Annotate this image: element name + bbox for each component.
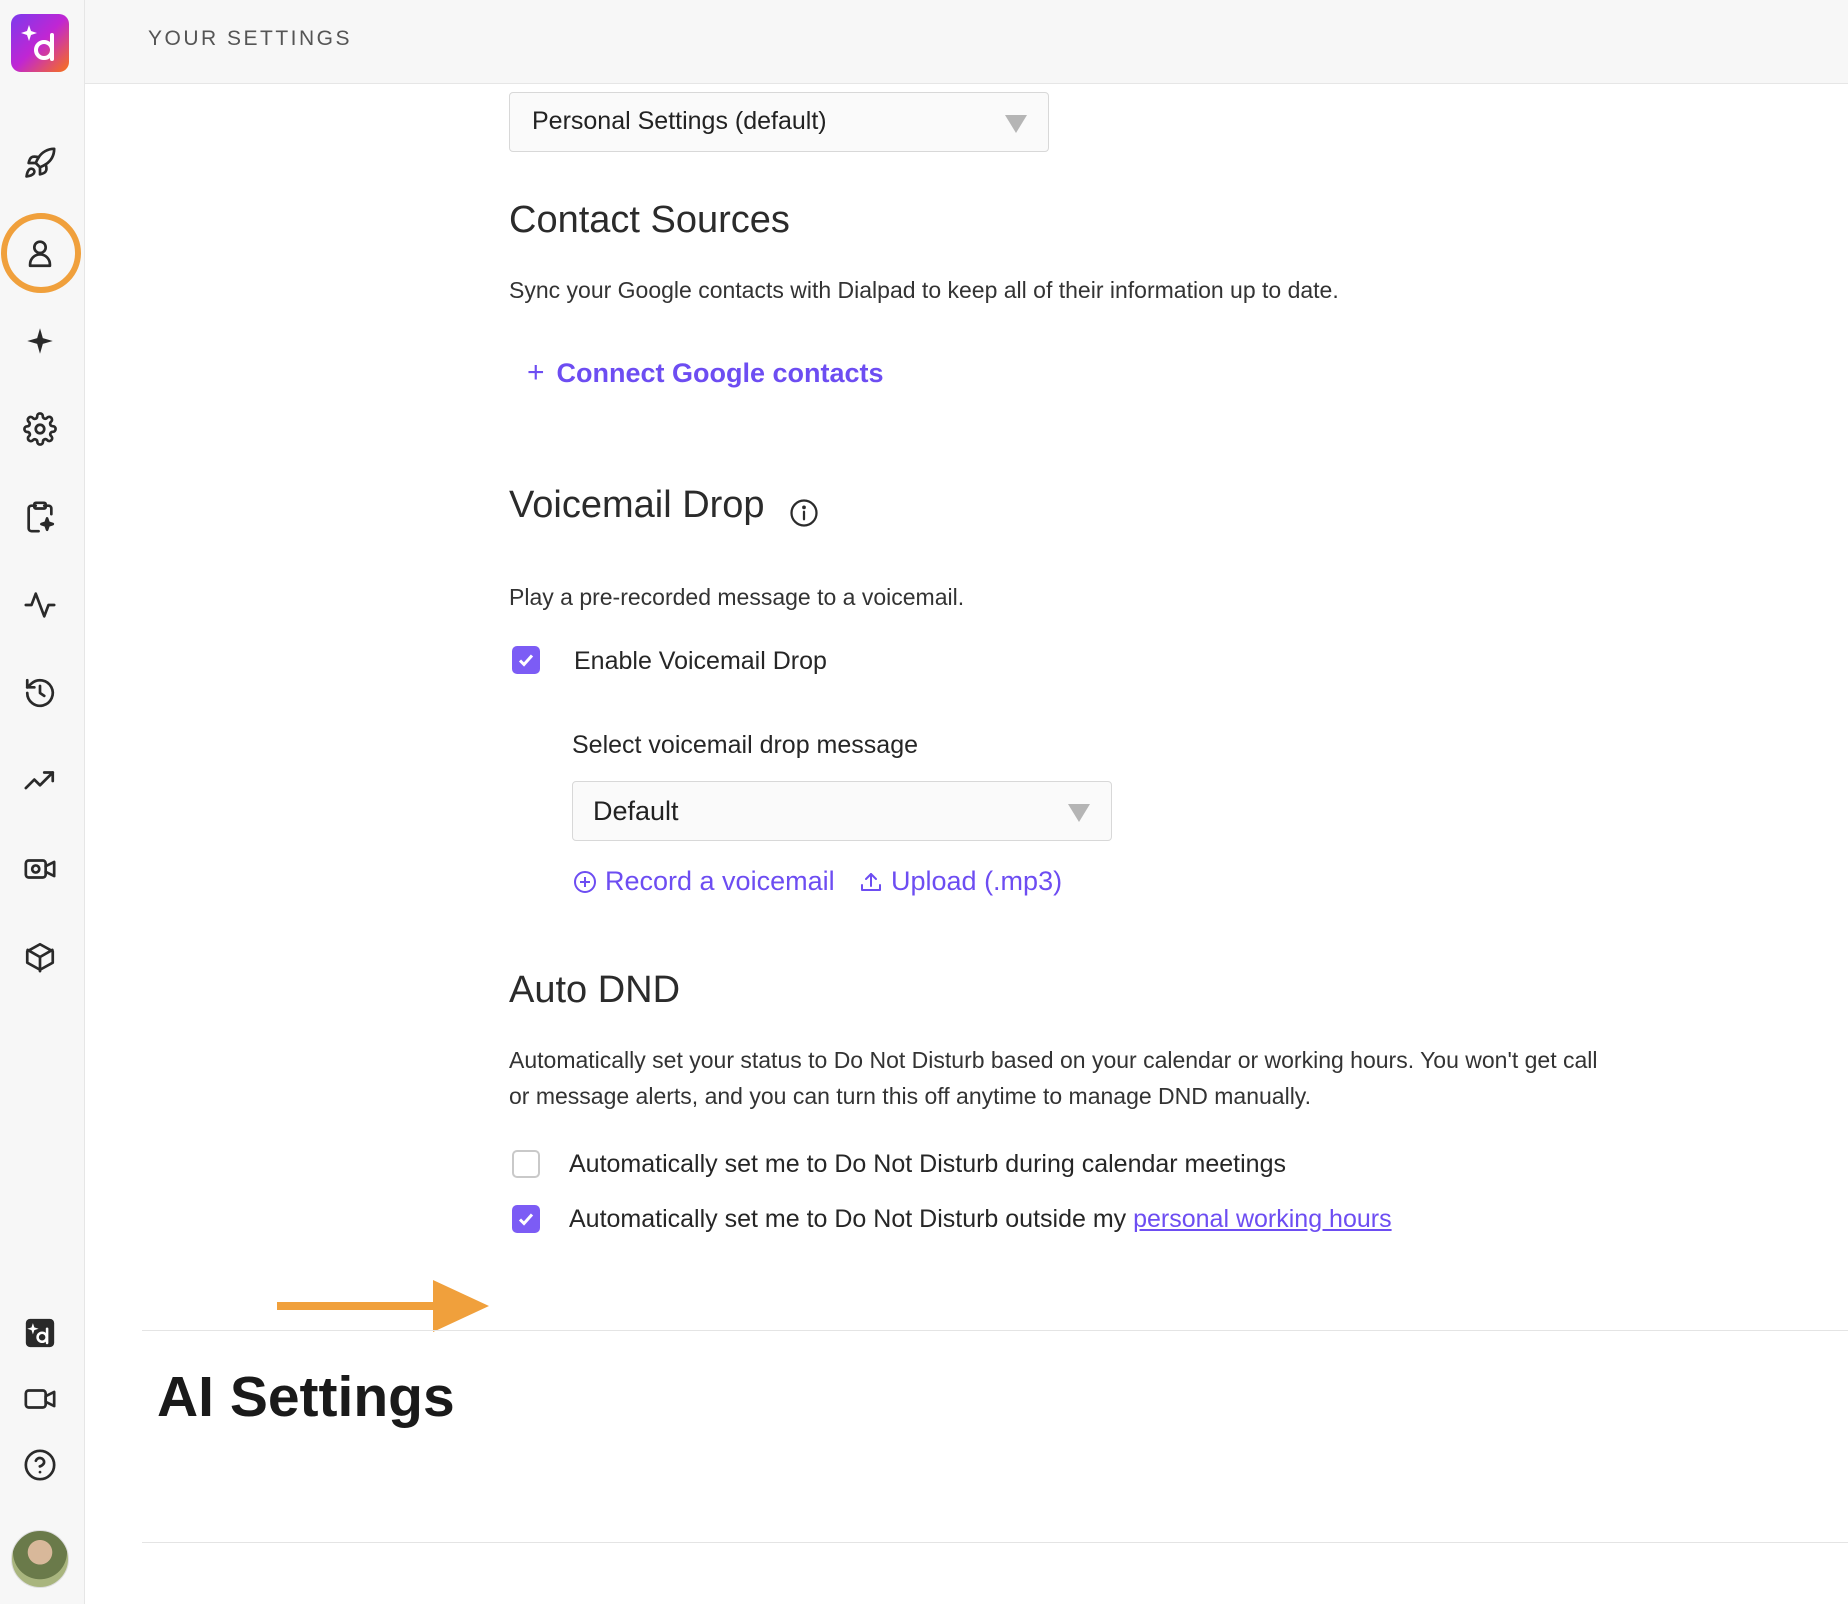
auto-dnd-title: Auto DND	[509, 969, 681, 1011]
video-camera-icon[interactable]	[19, 1378, 61, 1420]
chevron-down-icon	[1068, 804, 1090, 822]
checkmark-icon	[518, 1213, 534, 1226]
record-voicemail-button[interactable]: Record a voicemail	[573, 866, 835, 897]
ai-settings-title: AI Settings	[157, 1365, 455, 1429]
top-bar: YOUR SETTINGS	[85, 0, 1848, 84]
dnd-working-hours-label: Automatically set me to Do Not Disturb o…	[569, 1205, 1392, 1234]
personal-working-hours-link[interactable]: personal working hours	[1133, 1205, 1391, 1233]
plus-icon: +	[527, 356, 545, 389]
annotation-arrow-icon	[277, 1280, 489, 1332]
section-divider	[142, 1330, 1848, 1331]
voicemail-message-select[interactable]: Default	[572, 781, 1112, 841]
settings-profile-select[interactable]: Personal Settings (default)	[509, 92, 1049, 152]
upload-mp3-label: Upload (.mp3)	[891, 866, 1063, 896]
contact-sources-description: Sync your Google contacts with Dialpad t…	[509, 277, 1339, 303]
settings-content: Personal Settings (default) Contact Sour…	[85, 84, 1848, 1604]
contact-sources-title: Contact Sources	[509, 199, 790, 241]
settings-profile-value: Personal Settings (default)	[532, 107, 827, 135]
section-divider	[142, 1542, 1848, 1543]
dialpad-small-logo-icon[interactable]	[19, 1312, 61, 1354]
upload-mp3-button[interactable]: Upload (.mp3)	[859, 866, 1062, 897]
info-icon[interactable]	[789, 498, 819, 528]
page-title: YOUR SETTINGS	[148, 27, 353, 50]
plus-circle-icon	[574, 870, 596, 893]
activity-icon[interactable]	[19, 584, 61, 626]
connect-google-contacts-label: Connect Google contacts	[556, 357, 884, 388]
trending-icon[interactable]	[19, 760, 61, 802]
voicemail-drop-description: Play a pre-recorded message to a voicema…	[509, 584, 965, 610]
enable-voicemail-drop-label: Enable Voicemail Drop	[574, 647, 827, 675]
cube-icon[interactable]	[19, 936, 61, 978]
logo-glyph-icon	[21, 25, 54, 61]
record-voicemail-label: Record a voicemail	[605, 866, 835, 896]
enable-voicemail-drop-checkbox[interactable]	[512, 646, 540, 674]
auto-dnd-description-line-1: Automatically set your status to Do Not …	[509, 1047, 1598, 1073]
gear-icon[interactable]	[19, 408, 61, 450]
sidebar	[0, 0, 85, 1604]
chevron-down-icon	[1005, 115, 1027, 133]
person-icon[interactable]	[19, 232, 61, 274]
dnd-calendar-checkbox[interactable]	[512, 1150, 540, 1178]
avatar[interactable]	[11, 1530, 69, 1588]
clipboard-sparkle-icon[interactable]	[19, 496, 61, 538]
sparkle-icon[interactable]	[19, 320, 61, 362]
dnd-working-hours-text: Automatically set me to Do Not Disturb o…	[569, 1205, 1134, 1233]
voicemail-message-value: Default	[593, 796, 679, 826]
connect-google-contacts-button[interactable]: + Connect Google contacts	[527, 356, 884, 390]
auto-dnd-description: Automatically set your status to Do Not …	[509, 1042, 1799, 1114]
upload-icon	[861, 872, 881, 891]
rocket-icon[interactable]	[19, 142, 61, 184]
auto-dnd-description-line-2: or message alerts, and you can turn this…	[509, 1083, 1311, 1109]
help-icon[interactable]	[19, 1444, 61, 1486]
video-gear-icon[interactable]	[19, 848, 61, 890]
voicemail-drop-title: Voicemail Drop	[509, 484, 765, 526]
select-voicemail-message-label: Select voicemail drop message	[572, 731, 918, 759]
history-icon[interactable]	[19, 672, 61, 714]
dnd-working-hours-checkbox[interactable]	[512, 1205, 540, 1233]
dnd-calendar-label: Automatically set me to Do Not Disturb d…	[569, 1150, 1286, 1178]
checkmark-icon	[518, 654, 534, 667]
dialpad-logo-icon[interactable]	[11, 14, 69, 72]
